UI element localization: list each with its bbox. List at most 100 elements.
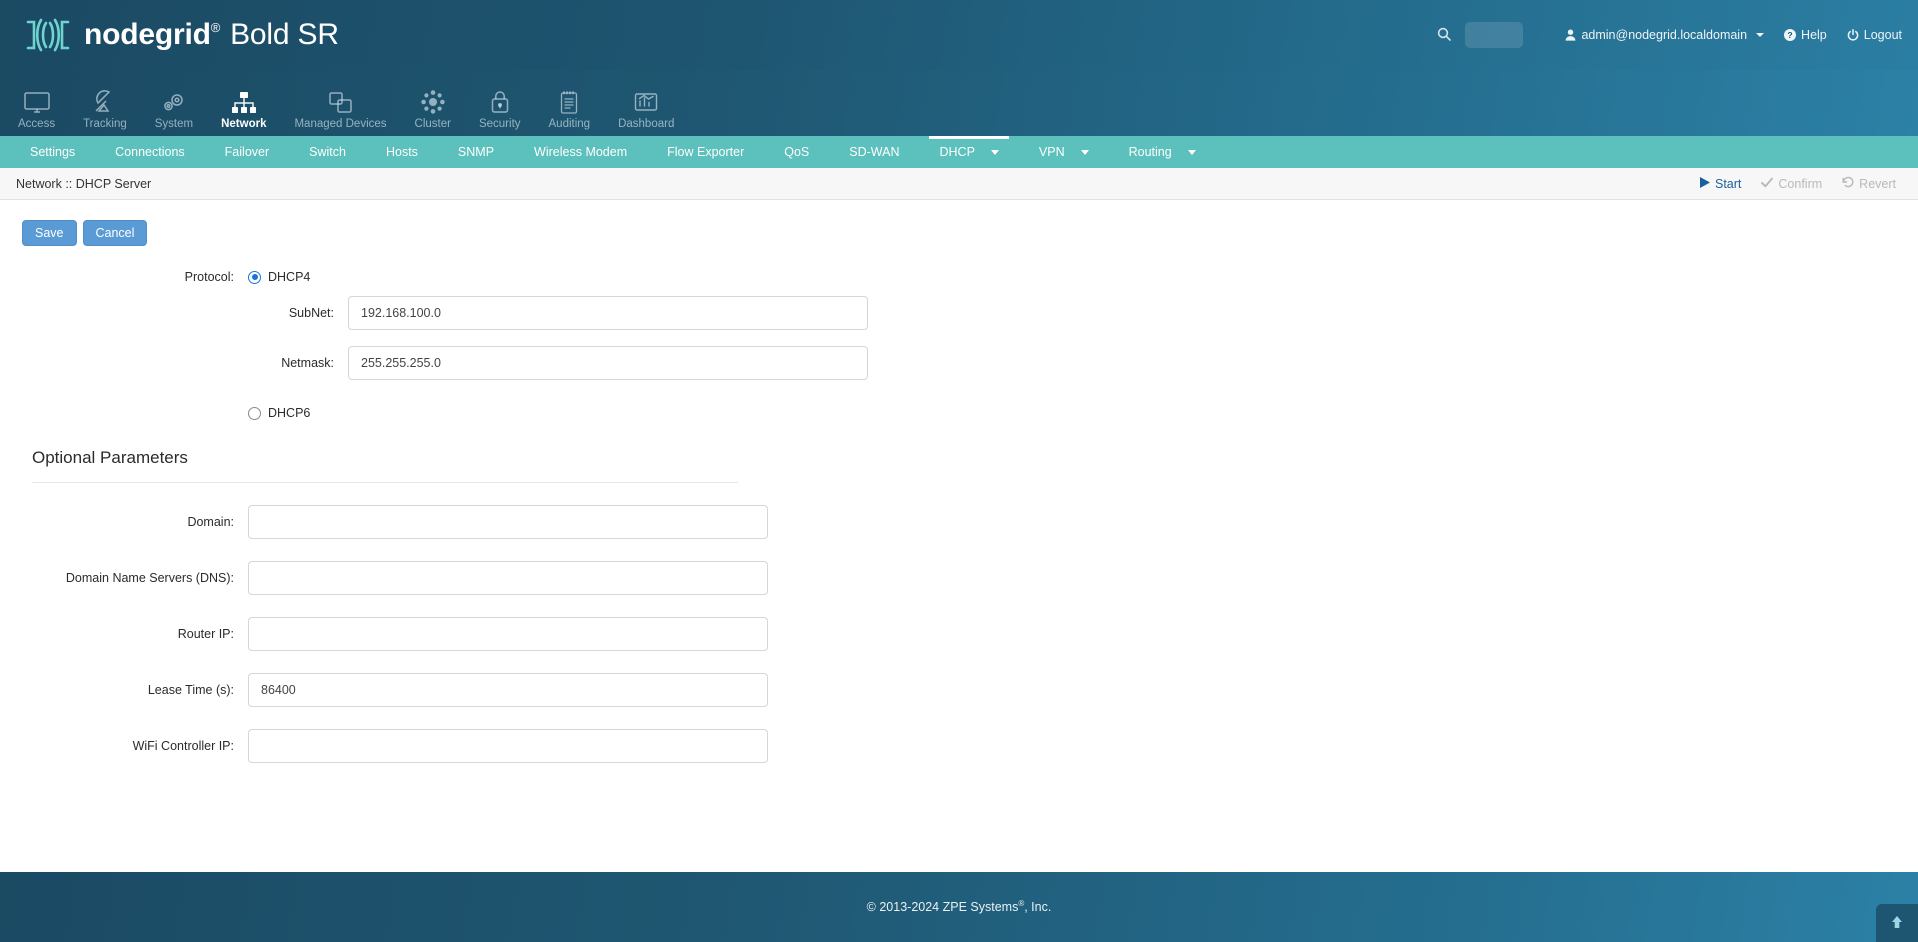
lease-time-row: Lease Time (s): <box>0 673 1918 707</box>
subnav-label: Flow Exporter <box>667 145 745 159</box>
search-icon[interactable] <box>1437 27 1452 44</box>
subnav-label: SNMP <box>457 145 495 159</box>
nav-label: Security <box>478 117 521 130</box>
dhcp-form: Protocol: DHCP4 SubNet: Netmask: DHCP6 <box>0 270 1918 763</box>
subnav-item-settings[interactable]: Settings <box>10 136 95 168</box>
nav-label: Managed Devices <box>294 117 387 130</box>
search-input[interactable] <box>1465 22 1524 48</box>
wifi-controller-ip-row: WiFi Controller IP: <box>0 729 1918 763</box>
sub-navigation: Settings Connections Failover Switch Hos… <box>0 136 1918 168</box>
scroll-to-top-button[interactable] <box>1876 904 1918 942</box>
network-tree-icon <box>231 86 257 114</box>
subnav-label: QoS <box>784 145 810 159</box>
arrow-up-icon <box>1890 915 1904 932</box>
protocol-radio-dhcp6[interactable]: DHCP6 <box>248 406 310 420</box>
nav-item-security[interactable]: Security <box>465 86 535 137</box>
user-label: admin@nodegrid.localdomain <box>1581 28 1748 42</box>
nodegrid-logo-icon <box>26 18 70 52</box>
protocol-radio-dhcp4[interactable]: DHCP4 <box>248 270 310 284</box>
nav-item-cluster[interactable]: Cluster <box>401 86 465 137</box>
help-label: Help <box>1801 28 1827 42</box>
nav-label: Dashboard <box>618 117 675 130</box>
subnav-item-failover[interactable]: Failover <box>205 136 289 168</box>
chevron-down-icon <box>1756 33 1765 37</box>
subnav-item-qos[interactable]: QoS <box>764 136 829 168</box>
subnav-item-snmp[interactable]: SNMP <box>438 136 514 168</box>
subnav-item-sd-wan[interactable]: SD-WAN <box>829 136 919 168</box>
domain-row: Domain: <box>0 505 1918 539</box>
windows-stack-icon <box>328 86 353 114</box>
wifi-controller-ip-input[interactable] <box>248 729 768 763</box>
netmask-input[interactable] <box>348 346 868 380</box>
cancel-button[interactable]: Cancel <box>82 220 148 246</box>
nav-label: Access <box>18 117 56 130</box>
subnav-label: VPN <box>1038 145 1065 159</box>
subnav-item-connections[interactable]: Connections <box>95 136 205 168</box>
router-ip-input[interactable] <box>248 617 768 651</box>
brand-logo[interactable]: nodegrid ® Bold SR <box>0 12 339 58</box>
subnav-label: SD-WAN <box>849 145 900 159</box>
help-circle-icon: ? <box>1784 29 1797 41</box>
subnav-item-wireless-modem[interactable]: Wireless Modem <box>514 136 647 168</box>
nav-item-auditing[interactable]: Auditing <box>535 86 605 137</box>
svg-text:?: ? <box>1787 30 1792 40</box>
lease-time-input[interactable] <box>248 673 768 707</box>
subnav-item-dhcp[interactable]: DHCP <box>919 136 1018 168</box>
dns-input[interactable] <box>248 561 768 595</box>
subnav-label: Switch <box>309 145 346 159</box>
dns-label: Domain Name Servers (DNS): <box>65 571 234 585</box>
domain-input[interactable] <box>248 505 768 539</box>
nav-item-dashboard[interactable]: Dashboard <box>604 86 688 137</box>
logout-link[interactable]: Logout <box>1847 28 1902 42</box>
play-icon <box>1700 176 1710 191</box>
header-actions: admin@nodegrid.localdomain ? Help Logout <box>1437 0 1902 70</box>
nav-item-managed-devices[interactable]: Managed Devices <box>280 86 400 137</box>
power-icon <box>1847 29 1859 41</box>
subnav-label: Failover <box>224 145 270 159</box>
brand-name: nodegrid <box>84 18 211 51</box>
subnav-label: Wireless Modem <box>534 145 628 159</box>
logout-label: Logout <box>1863 28 1902 42</box>
app-footer: © 2013-2024 ZPE Systems®, Inc. <box>0 872 1918 942</box>
breadcrumb-actions: Start Confirm Revert <box>1700 176 1896 191</box>
subnav-item-switch[interactable]: Switch <box>289 136 366 168</box>
subnav-item-hosts[interactable]: Hosts <box>366 136 438 168</box>
start-button[interactable]: Start <box>1700 176 1742 191</box>
nav-item-network[interactable]: Network <box>207 86 280 137</box>
radio-indicator <box>248 270 261 284</box>
user-menu[interactable]: admin@nodegrid.localdomain <box>1565 28 1765 42</box>
router-ip-row: Router IP: <box>0 617 1918 651</box>
revert-button[interactable]: Revert <box>1842 176 1896 191</box>
subnav-label: Hosts <box>385 145 418 159</box>
nav-item-access[interactable]: Access <box>4 86 69 137</box>
help-link[interactable]: ? Help <box>1784 28 1827 42</box>
subnav-label: Settings <box>30 145 76 159</box>
router-ip-label: Router IP: <box>177 627 234 641</box>
subnav-item-flow-exporter[interactable]: Flow Exporter <box>647 136 764 168</box>
start-label: Start <box>1715 176 1742 191</box>
cluster-nodes-icon <box>421 86 445 114</box>
main-navigation: Access Tracking System Network Managed D… <box>0 70 1918 136</box>
confirm-label: Confirm <box>1778 176 1823 191</box>
radio-indicator <box>248 406 261 420</box>
chevron-down-icon <box>1080 149 1089 155</box>
chart-board-icon <box>634 86 658 114</box>
radio-label: DHCP4 <box>268 270 311 284</box>
subnav-item-vpn[interactable]: VPN <box>1019 136 1109 168</box>
optional-parameters-section: Optional Parameters <box>0 448 1918 468</box>
breadcrumb-bar: Network :: DHCP Server Start Confirm Rev… <box>0 168 1918 200</box>
confirm-button[interactable]: Confirm <box>1761 177 1822 191</box>
nav-item-tracking[interactable]: Tracking <box>69 86 141 137</box>
chevron-down-icon <box>1187 149 1196 155</box>
app-root: nodegrid ® Bold SR admin@nodegrid.localdo… <box>0 0 1918 942</box>
subnav-item-routing[interactable]: Routing <box>1109 136 1216 168</box>
subnav-label: Routing <box>1128 145 1172 159</box>
brand-registered: ® <box>210 20 221 35</box>
copyright-pre: © 2013-2024 ZPE Systems <box>866 900 1019 915</box>
subnet-label: SubNet: <box>288 306 334 320</box>
revert-icon <box>1842 176 1854 191</box>
nav-item-system[interactable]: System <box>141 86 207 137</box>
subnet-input[interactable] <box>348 296 868 330</box>
satellite-dish-icon <box>93 86 117 114</box>
save-button[interactable]: Save <box>22 220 77 246</box>
